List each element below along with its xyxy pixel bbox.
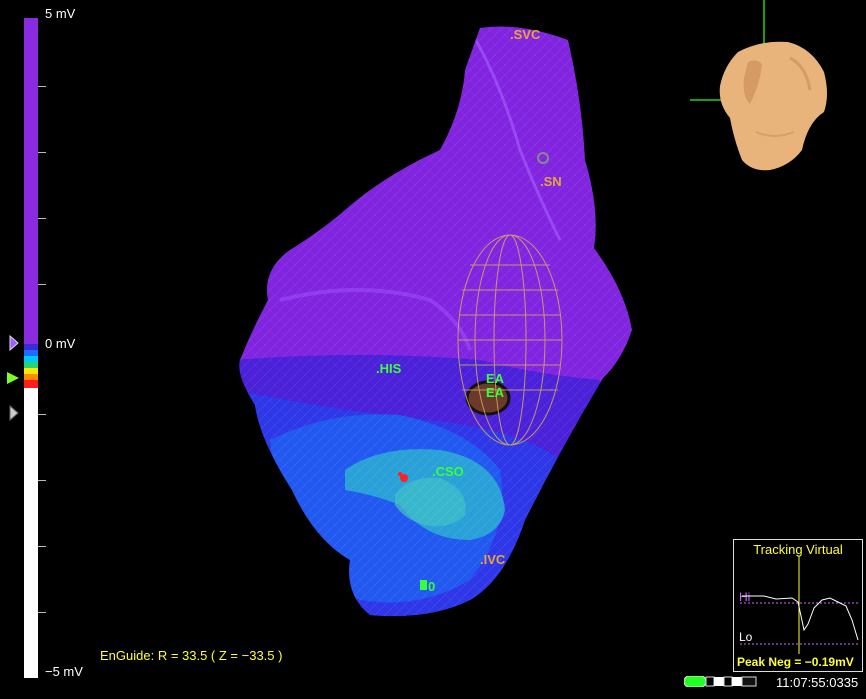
label-cso[interactable]: .CSO — [432, 464, 464, 479]
heart-surface — [239, 26, 632, 616]
label-svc[interactable]: .SVC — [510, 27, 540, 42]
label-ea-top[interactable]: EA — [486, 371, 504, 386]
position-marker-icon — [420, 580, 427, 590]
status-progress-indicator — [684, 676, 757, 687]
orientation-torso-icon[interactable] — [690, 0, 840, 180]
tracking-virtual-panel[interactable]: Tracking Virtual Hi Lo Peak Neg = −0.19m… — [733, 539, 863, 672]
tracking-waveform — [740, 556, 860, 654]
label-sn[interactable]: .SN — [540, 174, 562, 189]
tracking-peak-readout: Peak Neg = −0.19mV — [737, 655, 854, 669]
timestamp: 11:07:55:0335 — [776, 675, 859, 690]
label-his[interactable]: .HIS — [376, 361, 401, 376]
enguide-readout: EnGuide: R = 33.5 ( Z = −33.5 ) — [100, 648, 283, 663]
label-marker-zero[interactable]: 0 — [428, 579, 435, 594]
label-ea-bottom[interactable]: EA — [486, 385, 504, 400]
label-ivc[interactable]: .IVC — [480, 552, 505, 567]
